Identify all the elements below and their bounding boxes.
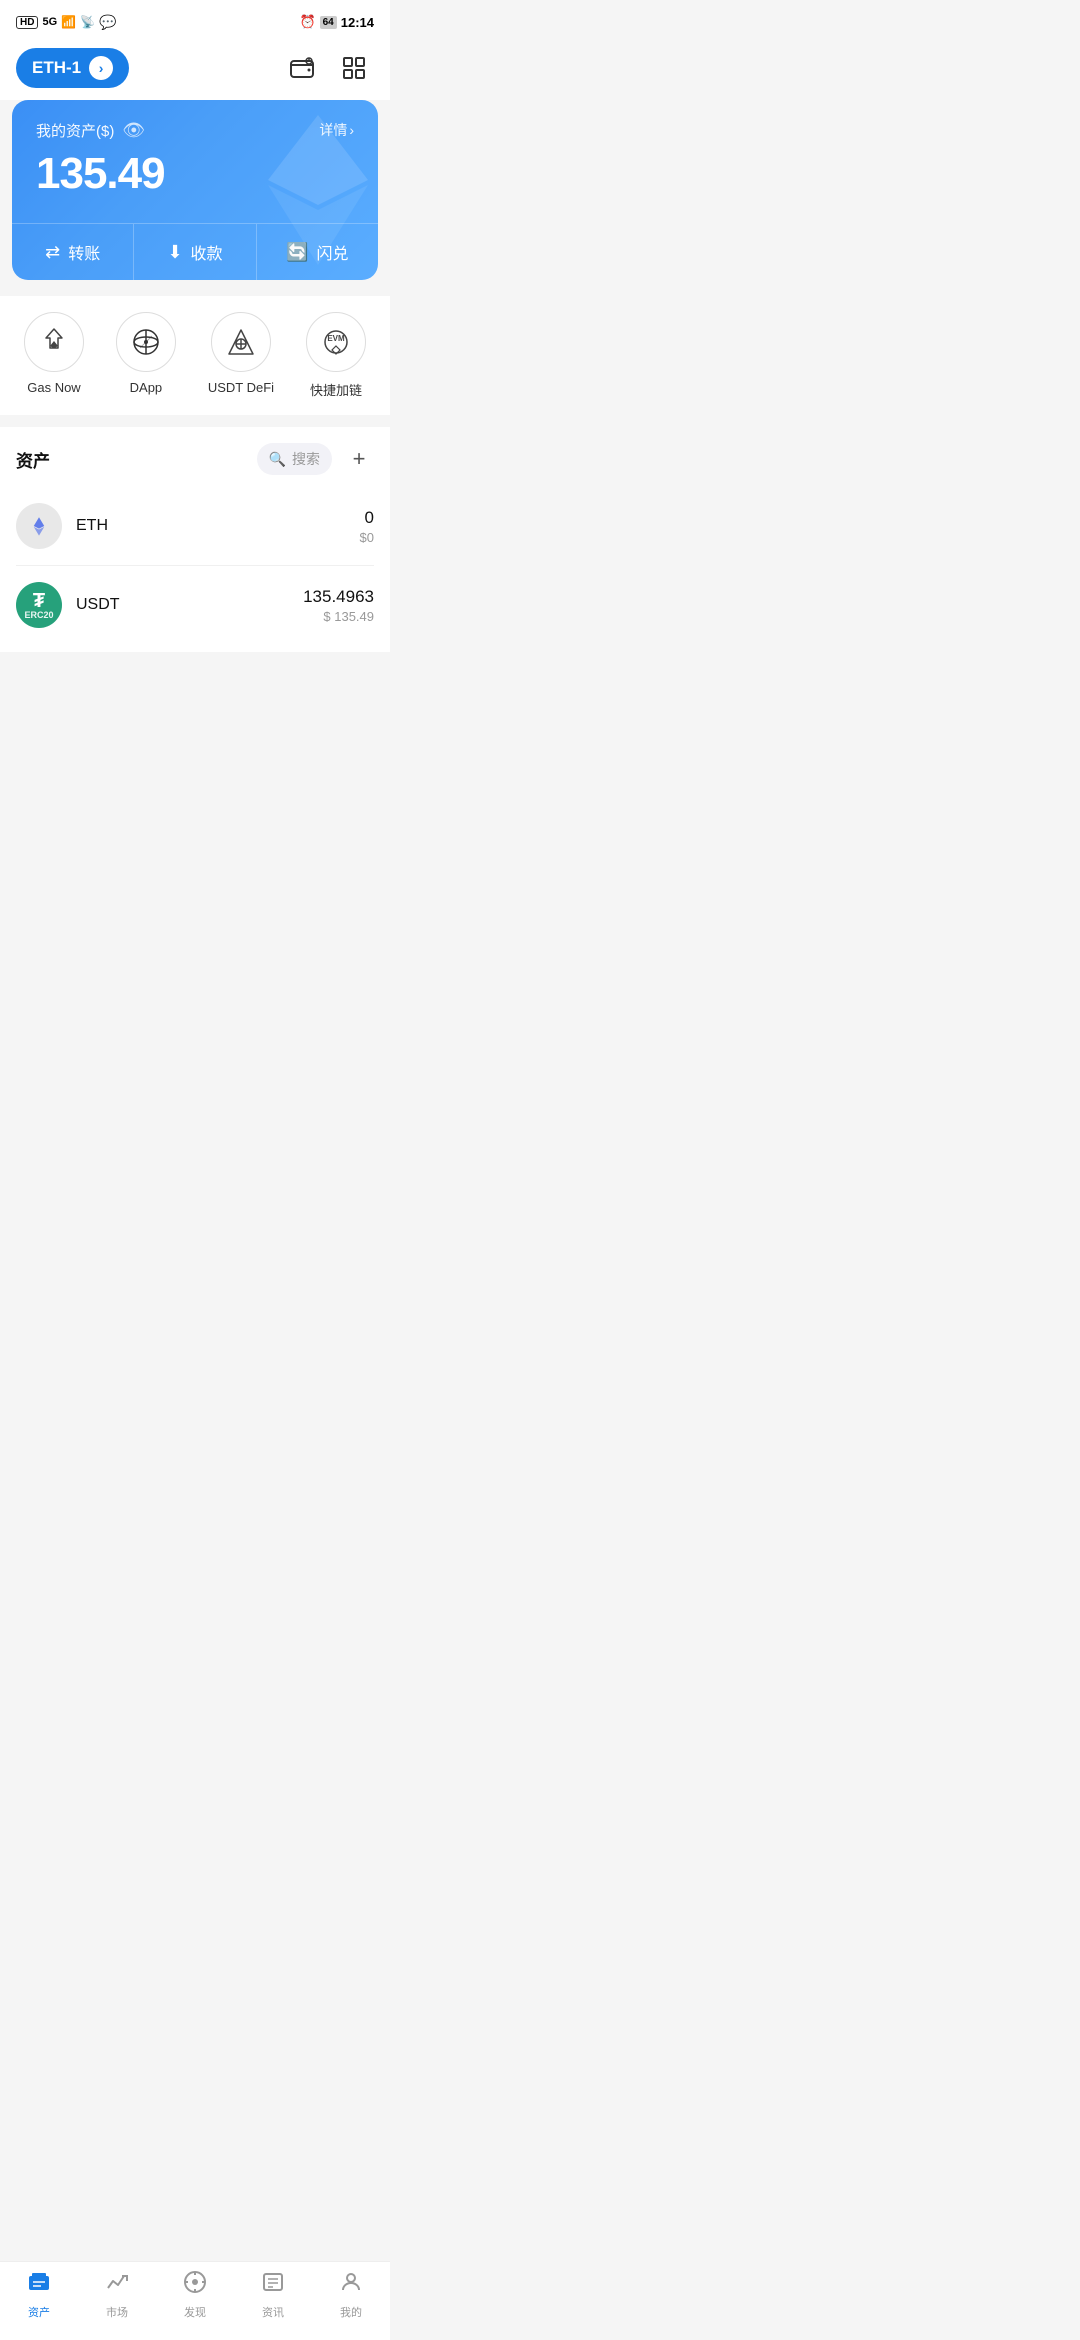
dapp-label: DApp bbox=[130, 380, 163, 395]
quick-access: Gas Now DApp USDT DeFi bbox=[0, 296, 390, 415]
nav-profile[interactable]: 我的 bbox=[321, 2270, 381, 2320]
status-left: HD 5G 📶 📡 💬 bbox=[16, 14, 116, 31]
battery-level: 64 bbox=[320, 16, 337, 29]
wifi-icon: 📡 bbox=[80, 15, 95, 29]
nav-market-label: 市场 bbox=[106, 2304, 128, 2320]
usdt-coin-icon: ₮ ERC20 bbox=[16, 582, 62, 628]
assets-right-controls: 🔍 搜索 + bbox=[257, 443, 374, 475]
usdt-defi-label: USDT DeFi bbox=[208, 380, 274, 395]
transfer-icon: ⇄ bbox=[45, 242, 60, 263]
signal-icon: 📶 bbox=[61, 15, 76, 29]
network-badge: 5G bbox=[42, 16, 57, 28]
quick-item-gas-now[interactable]: Gas Now bbox=[24, 312, 84, 399]
nav-profile-icon bbox=[339, 2270, 363, 2300]
alarm-icon: ⏰ bbox=[299, 14, 315, 30]
nav-market[interactable]: 市场 bbox=[87, 2270, 147, 2320]
asset-item-usdt[interactable]: ₮ ERC20 USDT 135.4963 $ 135.49 bbox=[16, 566, 374, 644]
gas-now-icon bbox=[24, 312, 84, 372]
bottom-nav: 资产 市场 发现 bbox=[0, 2261, 390, 2340]
header-actions bbox=[282, 48, 374, 88]
app-header: ETH-1 › bbox=[0, 40, 390, 100]
quick-chain-label: 快捷加链 bbox=[310, 380, 362, 399]
search-placeholder: 搜索 bbox=[292, 449, 320, 469]
transfer-button[interactable]: ⇄ 转账 bbox=[12, 224, 133, 280]
network-label: ETH-1 bbox=[32, 58, 81, 78]
nav-assets[interactable]: 资产 bbox=[9, 2270, 69, 2320]
assets-title: 资产 bbox=[16, 447, 50, 472]
asset-item-eth[interactable]: ETH 0 $0 bbox=[16, 487, 374, 566]
wallet-icon-button[interactable] bbox=[282, 48, 322, 88]
usdt-name: USDT bbox=[76, 596, 303, 614]
eth-watermark bbox=[248, 110, 378, 280]
eth-balance-amount: 0 bbox=[360, 508, 374, 528]
search-box[interactable]: 🔍 搜索 bbox=[257, 443, 332, 475]
assets-section: 资产 🔍 搜索 + ETH 0 $0 bbox=[0, 427, 390, 652]
nav-news[interactable]: 资讯 bbox=[243, 2270, 303, 2320]
scan-icon-button[interactable] bbox=[334, 48, 374, 88]
quick-item-usdt-defi[interactable]: USDT DeFi bbox=[208, 312, 274, 399]
receive-button[interactable]: ⬇ 收款 bbox=[133, 224, 255, 280]
eth-name: ETH bbox=[76, 517, 360, 535]
svg-text:EVM: EVM bbox=[327, 334, 345, 343]
quick-chain-icon: EVM bbox=[306, 312, 366, 372]
dapp-icon bbox=[116, 312, 176, 372]
network-selector[interactable]: ETH-1 › bbox=[16, 48, 129, 88]
assets-header: 资产 🔍 搜索 + bbox=[16, 427, 374, 487]
receive-icon: ⬇ bbox=[167, 242, 182, 263]
asset-list: ETH 0 $0 ₮ ERC20 USDT 135.4963 $ 135.49 bbox=[16, 487, 374, 652]
wechat-icon: 💬 bbox=[99, 14, 116, 31]
nav-discover[interactable]: 发现 bbox=[165, 2270, 225, 2320]
status-right: ⏰ 64 12:14 bbox=[299, 14, 374, 30]
eth-balance: 0 $0 bbox=[360, 508, 374, 545]
nav-profile-label: 我的 bbox=[340, 2304, 362, 2320]
usdt-balance-amount: 135.4963 bbox=[303, 587, 374, 607]
nav-discover-icon bbox=[183, 2270, 207, 2300]
nav-assets-icon bbox=[27, 2270, 51, 2300]
network-arrow: › bbox=[89, 56, 113, 80]
search-icon: 🔍 bbox=[269, 451, 286, 468]
nav-news-icon bbox=[261, 2270, 285, 2300]
hd-badge: HD bbox=[16, 16, 38, 29]
visibility-toggle[interactable]: 👁 bbox=[122, 120, 145, 141]
usdt-balance-usd: $ 135.49 bbox=[303, 609, 374, 624]
nav-discover-label: 发现 bbox=[184, 2304, 206, 2320]
eth-balance-usd: $0 bbox=[360, 530, 374, 545]
usdt-defi-icon bbox=[211, 312, 271, 372]
quick-item-quick-chain[interactable]: EVM 快捷加链 bbox=[306, 312, 366, 399]
eth-coin-icon bbox=[16, 503, 62, 549]
nav-news-label: 资讯 bbox=[262, 2304, 284, 2320]
asset-card: 我的资产($) 👁 详情 › 135.49 ⇄ 转账 ⬇ 收款 🔄 闪兑 bbox=[12, 100, 378, 280]
asset-label-text: 我的资产($) bbox=[36, 120, 114, 141]
usdt-balance: 135.4963 $ 135.49 bbox=[303, 587, 374, 624]
asset-label: 我的资产($) 👁 bbox=[36, 120, 145, 141]
status-bar: HD 5G 📶 📡 💬 ⏰ 64 12:14 bbox=[0, 0, 390, 40]
nav-assets-label: 资产 bbox=[28, 2304, 50, 2320]
nav-market-icon bbox=[105, 2270, 129, 2300]
add-asset-button[interactable]: + bbox=[344, 444, 374, 474]
transfer-label: 转账 bbox=[68, 240, 100, 264]
quick-item-dapp[interactable]: DApp bbox=[116, 312, 176, 399]
receive-label: 收款 bbox=[191, 240, 223, 264]
time-display: 12:14 bbox=[341, 15, 374, 30]
gas-now-label: Gas Now bbox=[27, 380, 80, 395]
